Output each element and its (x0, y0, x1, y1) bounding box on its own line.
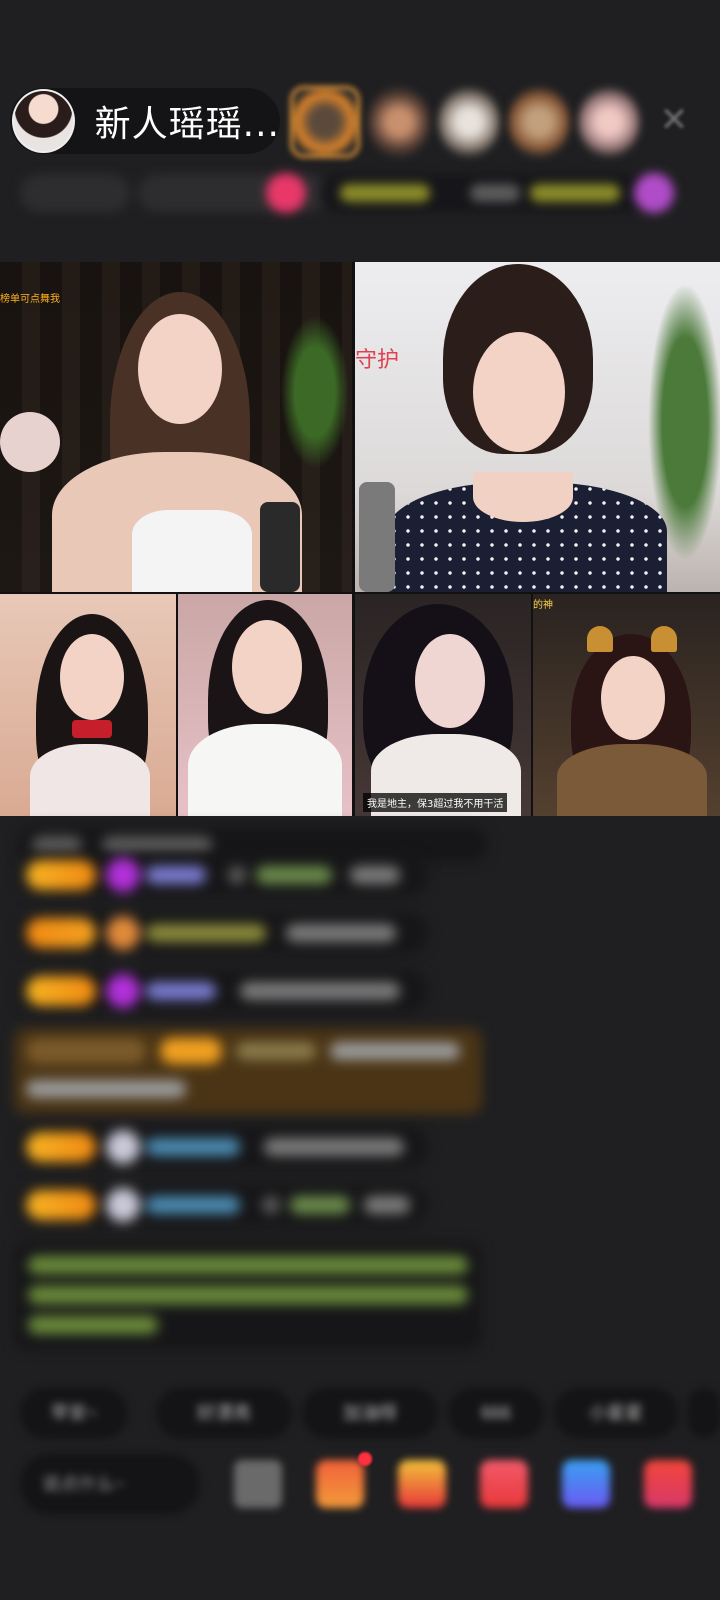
notification-dot (358, 1452, 372, 1466)
viewer-avatar[interactable] (578, 86, 640, 158)
quick-reply-chip[interactable] (688, 1388, 720, 1438)
share-icon[interactable] (562, 1460, 610, 1508)
guest-video-tile-6[interactable]: 的神 (533, 594, 720, 816)
tile-caption: 守护 (355, 348, 400, 373)
multi-guest-video-grid: 榜单可点舞我 守护 我是地主，保3超过我不用干活 的神 (0, 262, 720, 816)
room-info-row (20, 170, 690, 216)
activity-text (340, 184, 430, 202)
chat-message[interactable] (18, 1184, 428, 1226)
viewer-avatar[interactable] (290, 86, 360, 158)
chat-message[interactable] (18, 912, 428, 954)
guest-video-tile-2[interactable]: 守护 (355, 262, 720, 592)
emoji-icon[interactable] (234, 1460, 282, 1508)
host-name: 新人瑶瑶... (94, 104, 280, 145)
fans-badge-icon[interactable] (266, 173, 306, 213)
top-viewers (290, 86, 640, 158)
viewer-avatar[interactable] (508, 86, 570, 158)
guest-video-tile-4[interactable] (178, 594, 352, 816)
highlight-message[interactable] (14, 1028, 482, 1114)
close-icon[interactable]: ✕ (652, 98, 696, 142)
guest-video-tile-3[interactable] (0, 594, 176, 816)
guest-video-tile-5[interactable]: 我是地主，保3超过我不用干活 (355, 594, 531, 816)
more-menu-icon[interactable] (644, 1460, 692, 1508)
gift-icon[interactable] (398, 1460, 446, 1508)
tile-caption: 的神 (533, 600, 553, 611)
host-avatar[interactable] (12, 89, 75, 153)
guest-video-tile-1[interactable]: 榜单可点舞我 (0, 262, 352, 592)
viewer-avatar[interactable] (368, 86, 430, 158)
quick-reply-chip[interactable]: 好漂亮 (156, 1388, 292, 1438)
activity-text (470, 184, 520, 202)
rank-chip[interactable] (20, 174, 130, 212)
room-notice (14, 1242, 482, 1350)
host-info-pill[interactable]: 新人瑶瑶... (10, 88, 280, 154)
quick-reply-chip[interactable]: 666 (448, 1388, 544, 1438)
tile-caption: 榜单可点舞我 (0, 294, 60, 305)
quick-reply-chip[interactable]: 早安~ (20, 1388, 128, 1438)
more-icon[interactable] (634, 173, 674, 213)
bottom-action-bar: 说点什么~ (0, 1448, 720, 1528)
chat-input[interactable]: 说点什么~ (20, 1454, 200, 1514)
gift-box-icon[interactable] (316, 1460, 364, 1508)
like-icon[interactable] (480, 1460, 528, 1508)
quick-reply-row: 早安~ 好漂亮 加油呀 666 小星星 (20, 1388, 720, 1438)
viewer-avatar[interactable] (438, 86, 500, 158)
activity-text (530, 184, 620, 202)
quick-reply-chip[interactable]: 加油呀 (302, 1388, 438, 1438)
chat-message[interactable] (18, 854, 428, 896)
chat-message[interactable] (18, 970, 428, 1012)
chat-message[interactable] (18, 1126, 428, 1168)
quick-reply-chip[interactable]: 小星星 (554, 1388, 678, 1438)
tile-subtitle: 我是地主，保3超过我不用干活 (363, 793, 508, 812)
